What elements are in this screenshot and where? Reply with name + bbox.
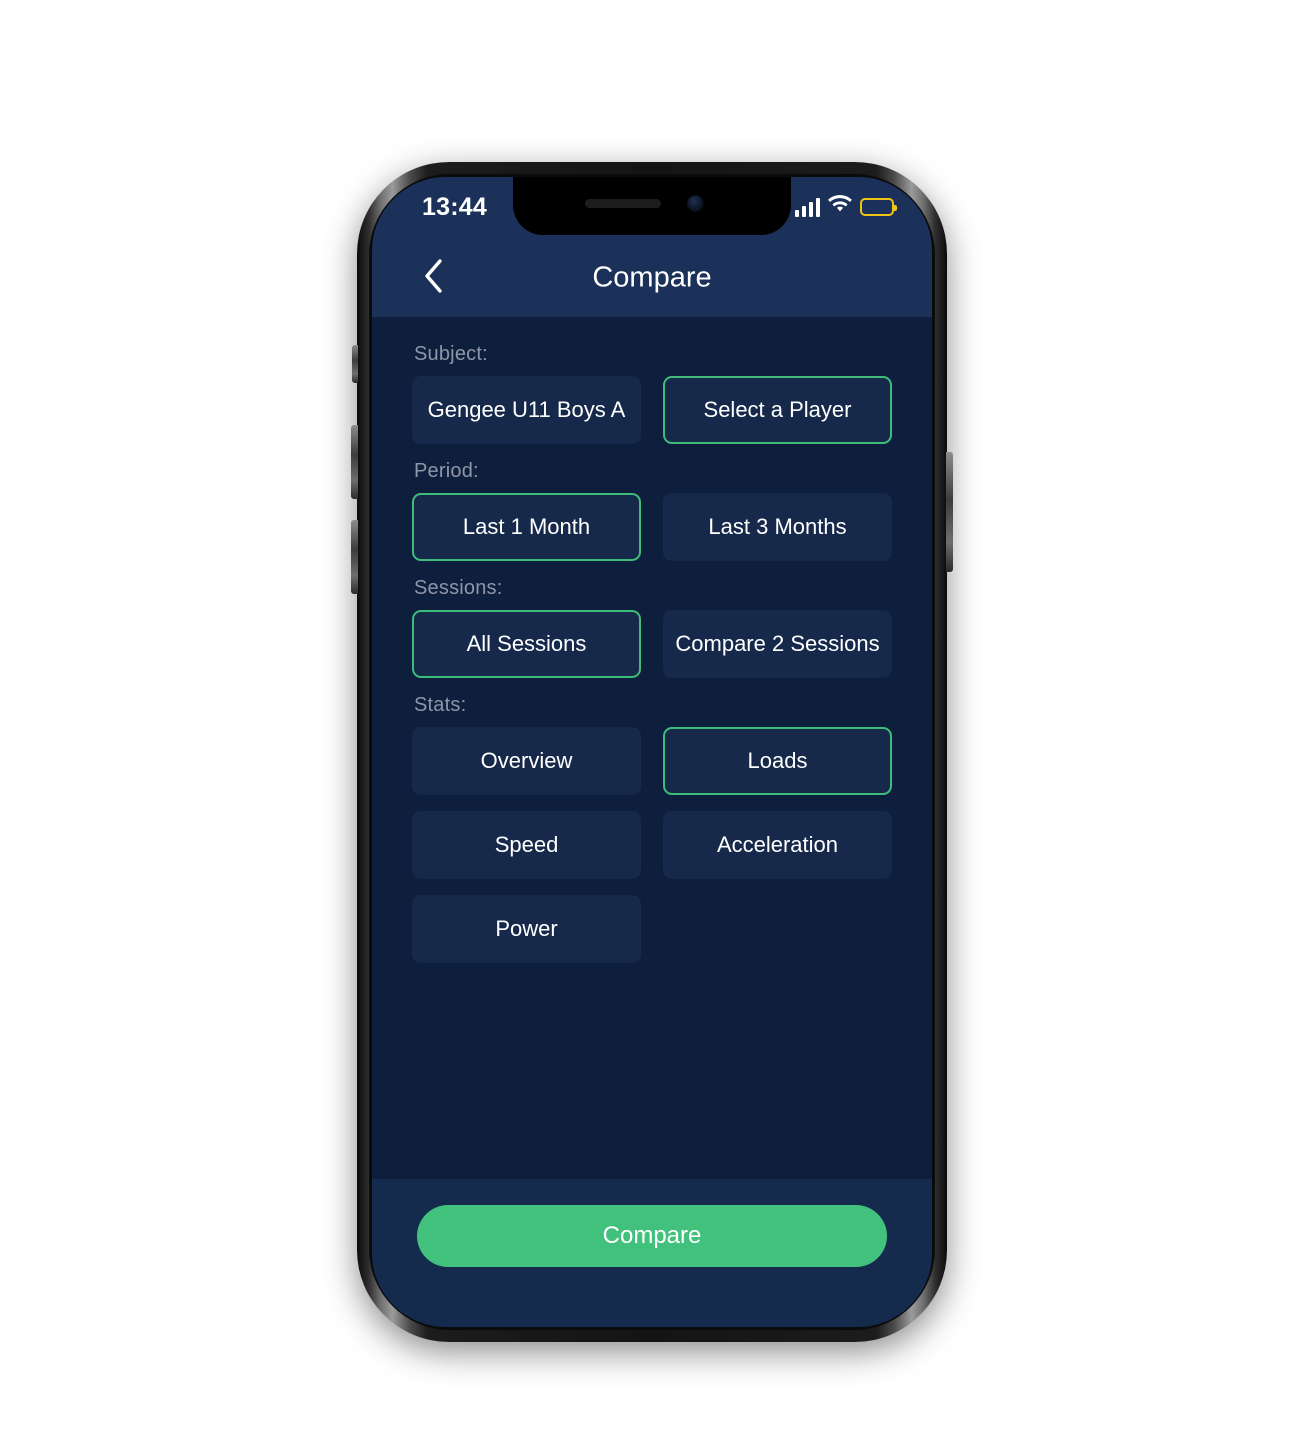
power-button[interactable] — [946, 452, 953, 572]
status-bar: 13:44 — [372, 177, 932, 239]
volume-down-button[interactable] — [351, 520, 358, 594]
period-option-group: Last 1 Month Last 3 Months — [412, 493, 892, 561]
screenshot-canvas: 13:44 Compare Subject: Gengee U11 Boys A… — [0, 0, 1308, 1448]
volume-up-button[interactable] — [351, 425, 358, 499]
subject-option-group: Gengee U11 Boys A Select a Player — [412, 376, 892, 444]
section-label-sessions: Sessions: — [414, 577, 503, 599]
stats-option-loads[interactable]: Loads — [663, 727, 892, 795]
sessions-option-group: All Sessions Compare 2 Sessions — [412, 610, 892, 678]
stats-option-speed[interactable]: Speed — [412, 811, 641, 879]
status-bar-indicators — [795, 195, 897, 219]
status-bar-time: 13:44 — [422, 193, 487, 221]
navigation-bar: Compare — [372, 239, 932, 317]
silent-switch[interactable] — [352, 345, 358, 383]
stats-option-overview[interactable]: Overview — [412, 727, 641, 795]
page-title: Compare — [592, 261, 712, 294]
phone-screen: 13:44 Compare Subject: Gengee U11 Boys A… — [372, 177, 932, 1327]
earpiece-speaker — [585, 199, 661, 208]
stats-option-acceleration[interactable]: Acceleration — [663, 811, 892, 879]
sessions-option-all[interactable]: All Sessions — [412, 610, 641, 678]
section-label-subject: Subject: — [414, 343, 488, 365]
stats-option-group: Overview Loads Speed Acceleration Power — [412, 727, 892, 963]
subject-option-player[interactable]: Select a Player — [663, 376, 892, 444]
compare-button[interactable]: Compare — [417, 1205, 887, 1267]
period-option-last-3-months[interactable]: Last 3 Months — [663, 493, 892, 561]
footer-bar: Compare — [372, 1179, 932, 1327]
section-label-period: Period: — [414, 460, 479, 482]
sessions-option-compare-2[interactable]: Compare 2 Sessions — [663, 610, 892, 678]
cellular-signal-icon — [795, 197, 820, 217]
battery-icon — [860, 198, 897, 216]
stats-option-power[interactable]: Power — [412, 895, 641, 963]
wifi-icon — [828, 195, 852, 219]
section-label-stats: Stats: — [414, 694, 467, 716]
notch — [513, 177, 791, 235]
subject-option-team[interactable]: Gengee U11 Boys A — [412, 376, 641, 444]
compare-options-panel: Subject: Gengee U11 Boys A Select a Play… — [372, 317, 932, 1179]
front-camera — [687, 195, 704, 212]
period-option-last-1-month[interactable]: Last 1 Month — [412, 493, 641, 561]
